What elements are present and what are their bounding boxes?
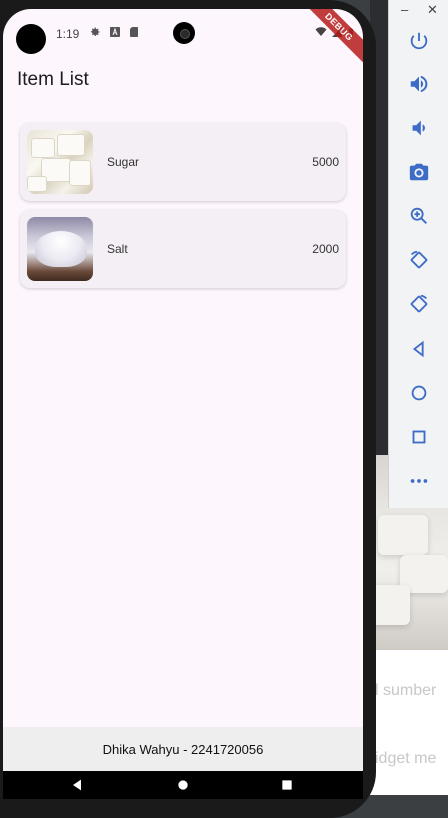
overview-button[interactable] <box>389 420 448 454</box>
more-icon <box>410 479 428 483</box>
volume-up-button[interactable] <box>389 67 448 101</box>
page-title: Item List <box>17 69 89 90</box>
item-name: Salt <box>107 242 128 256</box>
power-button[interactable] <box>389 24 448 58</box>
document-area <box>370 650 448 795</box>
document-text-line: idget me <box>375 750 437 767</box>
emulator-toolbar: – ✕ <box>388 0 448 508</box>
sd-card-icon <box>128 26 140 38</box>
volume-up-icon <box>410 75 428 93</box>
power-icon <box>410 32 428 50</box>
item-name: Sugar <box>107 155 140 169</box>
volume-down-button[interactable] <box>389 111 448 145</box>
rotate-right-icon <box>410 294 428 313</box>
phone-screen: 1:19 DEBUG Item List Sugar 5000 Salt 200… <box>3 9 363 799</box>
home-button[interactable] <box>389 376 448 410</box>
status-bar: 1:19 DEBUG <box>3 9 363 69</box>
navigation-bar <box>3 771 363 799</box>
overview-icon <box>412 430 426 444</box>
nav-back-icon[interactable] <box>69 777 85 793</box>
back-button[interactable] <box>389 332 448 366</box>
camera-cutout <box>16 24 46 54</box>
settings-icon <box>89 26 101 38</box>
phone-frame: 1:19 DEBUG Item List Sugar 5000 Salt 200… <box>0 0 376 818</box>
front-camera <box>173 22 195 44</box>
desktop-strip <box>370 795 448 818</box>
back-icon <box>412 340 424 358</box>
document-text-line: l sumber <box>375 682 437 699</box>
rotate-right-button[interactable] <box>389 287 448 321</box>
nav-home-icon[interactable] <box>175 777 191 793</box>
nav-overview-icon[interactable] <box>279 777 295 793</box>
salt-image <box>27 217 93 281</box>
list-item[interactable]: Salt 2000 <box>20 210 346 288</box>
close-button[interactable]: ✕ <box>427 2 438 18</box>
sugar-image <box>27 130 93 194</box>
wifi-icon <box>315 27 327 36</box>
debug-banner: DEBUG <box>297 9 363 69</box>
camera-icon <box>409 163 429 181</box>
item-price: 2000 <box>312 242 339 256</box>
footer-text: Dhika Wahyu - 2241720056 <box>102 741 264 757</box>
list-item[interactable]: Sugar 5000 <box>20 123 346 201</box>
minimize-button[interactable]: – <box>401 2 408 17</box>
more-button[interactable] <box>389 464 448 498</box>
screenshot-button[interactable] <box>389 155 448 189</box>
home-icon <box>411 385 427 401</box>
footer: Dhika Wahyu - 2241720056 <box>3 727 363 771</box>
text-icon <box>109 26 121 38</box>
volume-down-icon <box>412 120 425 136</box>
status-time: 1:19 <box>56 27 80 41</box>
zoom-icon <box>410 207 427 224</box>
rotate-left-button[interactable] <box>389 243 448 277</box>
rotate-left-icon <box>410 250 428 269</box>
item-price: 5000 <box>312 155 339 169</box>
zoom-button[interactable] <box>389 199 448 233</box>
